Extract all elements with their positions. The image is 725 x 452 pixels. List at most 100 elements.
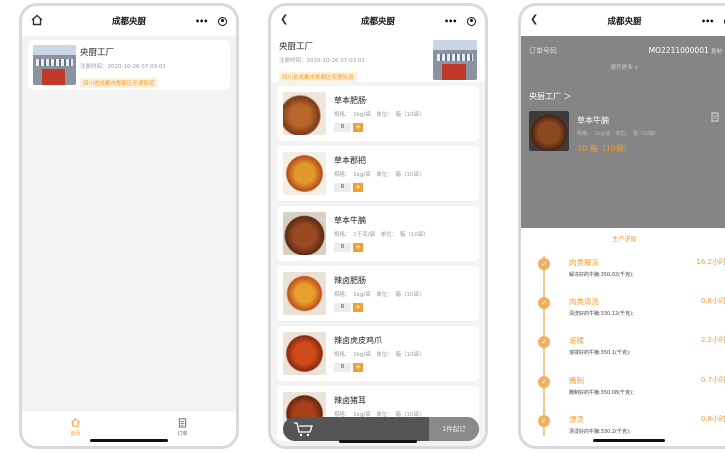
product-image xyxy=(283,92,326,135)
step-detail: 滚揉好的牛腩:350.1(千克); xyxy=(569,350,631,356)
expand-more[interactable]: 展开更多 ∨ xyxy=(521,63,725,71)
cart-bar: 1件起订 xyxy=(283,417,479,441)
product-spec: 规格： 1kg/袋 单位： 箱（10袋） xyxy=(577,131,660,137)
tab-label: 订单 xyxy=(177,430,188,437)
check-icon: ✓ xyxy=(538,415,550,427)
check-icon: ✓ xyxy=(538,258,550,270)
page-title: 成都央厨 xyxy=(111,17,146,27)
plus-button[interactable]: + xyxy=(353,123,363,132)
back-icon[interactable]: ❮ xyxy=(530,14,538,25)
kitchen-address: 四川省成都市郫都区安德街道 xyxy=(279,72,357,82)
step-name: 腌制 xyxy=(569,376,584,385)
progress-step: ✓ 滚揉 滚揉好的牛腩:350.1(千克); 2.2小时 xyxy=(521,332,725,372)
product-spec: 规格： 1kg/袋 单位： 箱（10袋） xyxy=(334,292,425,298)
step-detail: 腌制好的牛腩:350.08(千克); xyxy=(569,390,634,396)
copy-button[interactable]: 复制 xyxy=(711,49,722,55)
progress-step: ✓ 腌制 腌制好的牛腩:350.08(千克); 0.7小时 xyxy=(521,372,725,412)
step-name: 肉类解冻 xyxy=(569,258,599,267)
step-hours: 0.7小时 xyxy=(700,376,725,384)
product-image xyxy=(283,332,326,375)
nav-bar: 成都央厨 ••• xyxy=(22,6,236,36)
factory-image xyxy=(33,45,76,85)
product-spec: 规格： 1kg/袋 单位： 箱（10袋） xyxy=(334,172,425,178)
mini-program-capsule[interactable]: ••• xyxy=(441,14,479,28)
step-hours: 16.2小时 xyxy=(696,258,725,266)
mini-program-capsule[interactable]: ••• xyxy=(698,14,725,28)
plus-button[interactable]: + xyxy=(353,183,363,192)
nav-bar: ❮ 成都央厨 ••• xyxy=(521,6,725,36)
product-item[interactable]: 草本郡把 规格： 1kg/袋 单位： 箱（10袋） 0 + xyxy=(277,146,479,201)
step-name: 滚揉 xyxy=(569,336,584,345)
quantity-value: 0 xyxy=(334,123,351,132)
product-item[interactable]: 草本牛腩 规格： 1千克/袋 单位： 箱（10袋） 0 + xyxy=(277,206,479,261)
order-label: 订单号码 xyxy=(529,47,557,55)
check-icon: ✓ xyxy=(538,376,550,388)
product-spec: 规格： 1kg/袋 单位： 箱（10袋） xyxy=(334,352,425,358)
step-detail: 清洗好的牛腩:330.12(千克); xyxy=(569,311,634,317)
check-icon: ✓ xyxy=(538,297,550,309)
product-name: 辣卤猪耳 xyxy=(334,396,366,405)
min-order-button[interactable]: 1件起订 xyxy=(429,417,479,441)
plus-button[interactable]: + xyxy=(353,243,363,252)
step-detail: 解冻好的牛腩:350.02(千克); xyxy=(569,272,634,278)
kitchen-name: 央厨工厂 xyxy=(80,48,115,58)
product-image xyxy=(283,212,326,255)
plus-button[interactable]: + xyxy=(353,363,363,372)
product-name: 辣卤肥肠 xyxy=(334,276,366,285)
quantity-stepper: 0+ xyxy=(334,303,363,312)
quantity-stepper: 0+ xyxy=(334,363,363,372)
kitchen-header: 央厨工厂 注册时间：2020-10-26 07:03:01 四川省成都市郫都区安… xyxy=(271,36,485,82)
more-icon[interactable]: ••• xyxy=(195,17,208,26)
product-spec: 规格： 1千克/袋 单位： 箱（10袋） xyxy=(334,232,429,238)
quantity-value: 0 xyxy=(334,243,351,252)
step-detail: 漂烫好的牛腩:330.2(千克); xyxy=(569,429,631,435)
product-item[interactable]: 草本肥肠 规格： 1kg/袋 单位： 箱（10袋） 0 + xyxy=(277,86,479,141)
kitchen-card[interactable]: 央厨工厂 注册时间：2020-10-26 07:03:01 四川省成都市郫都区安… xyxy=(28,40,230,90)
product-name: 草本牛腩 xyxy=(577,116,609,125)
home-indicator xyxy=(339,440,417,443)
step-hours: 0.8小时 xyxy=(700,415,725,423)
document-icon[interactable] xyxy=(711,112,720,122)
order-number-row: 订单号码 MO2211000001 复制 xyxy=(529,46,722,56)
close-target-icon[interactable] xyxy=(467,16,476,26)
plus-button[interactable]: + xyxy=(353,303,363,312)
home-icon[interactable] xyxy=(31,14,43,29)
home-indicator xyxy=(593,439,665,442)
page-title: 成都央厨 xyxy=(360,17,395,27)
product-image xyxy=(529,111,569,151)
progress-title: 生产进度 xyxy=(612,236,637,243)
page-title: 成都央厨 xyxy=(607,17,642,27)
quantity-stepper: 0+ xyxy=(334,183,363,192)
more-icon[interactable]: ••• xyxy=(444,17,457,26)
close-target-icon[interactable] xyxy=(218,16,227,26)
product-name: 辣卤虎皮鸡爪 xyxy=(334,336,382,345)
product-item[interactable]: 辣卤肥肠 规格： 1kg/袋 单位： 箱（10袋） 0 + xyxy=(277,266,479,321)
product-name: 草本郡把 xyxy=(334,156,366,165)
order-number: MO2211000001 xyxy=(648,46,709,55)
cart-icon[interactable] xyxy=(293,421,315,437)
nav-bar: ❮ 成都央厨 ••• xyxy=(271,6,485,36)
step-hours: 0.8小时 xyxy=(700,297,725,305)
product-item[interactable]: 辣卤虎皮鸡爪 规格： 1kg/袋 单位： 箱（10袋） 0 + xyxy=(277,326,479,381)
back-icon[interactable]: ❮ xyxy=(280,14,288,25)
progress-step: ✓ 肉类清洗 清洗好的牛腩:330.12(千克); 0.8小时 xyxy=(521,293,725,333)
progress-step: ✓ 漂烫 漂烫好的牛腩:330.2(千克); 0.8小时 xyxy=(521,411,725,446)
phone-order-detail: ❮ 成都央厨 ••• 订单号码 MO2211000001 复制 展开更多 ∨ 央… xyxy=(518,3,725,449)
mini-program-capsule[interactable]: ••• xyxy=(192,14,230,28)
home-icon xyxy=(71,417,80,427)
quantity-value: 0 xyxy=(334,363,351,372)
product-image xyxy=(283,272,326,315)
kitchen-address: 四川省成都市郫都区安德街道 xyxy=(80,78,158,88)
step-name: 肉类清洗 xyxy=(569,297,599,306)
kitchen-registered: 注册时间：2020-10-26 07:03:01 xyxy=(80,64,166,70)
step-hours: 2.2小时 xyxy=(700,336,725,344)
product-name: 草本牛腩 xyxy=(334,216,366,225)
quantity-stepper: 0+ xyxy=(334,123,363,132)
more-icon[interactable]: ••• xyxy=(701,17,714,26)
tab-label: 首页 xyxy=(70,430,81,437)
factory-image xyxy=(433,40,477,80)
check-icon: ✓ xyxy=(538,336,550,348)
kitchen-link[interactable]: 央厨工厂 ＞ xyxy=(529,91,572,102)
home-indicator xyxy=(90,439,168,442)
order-icon xyxy=(178,417,187,428)
